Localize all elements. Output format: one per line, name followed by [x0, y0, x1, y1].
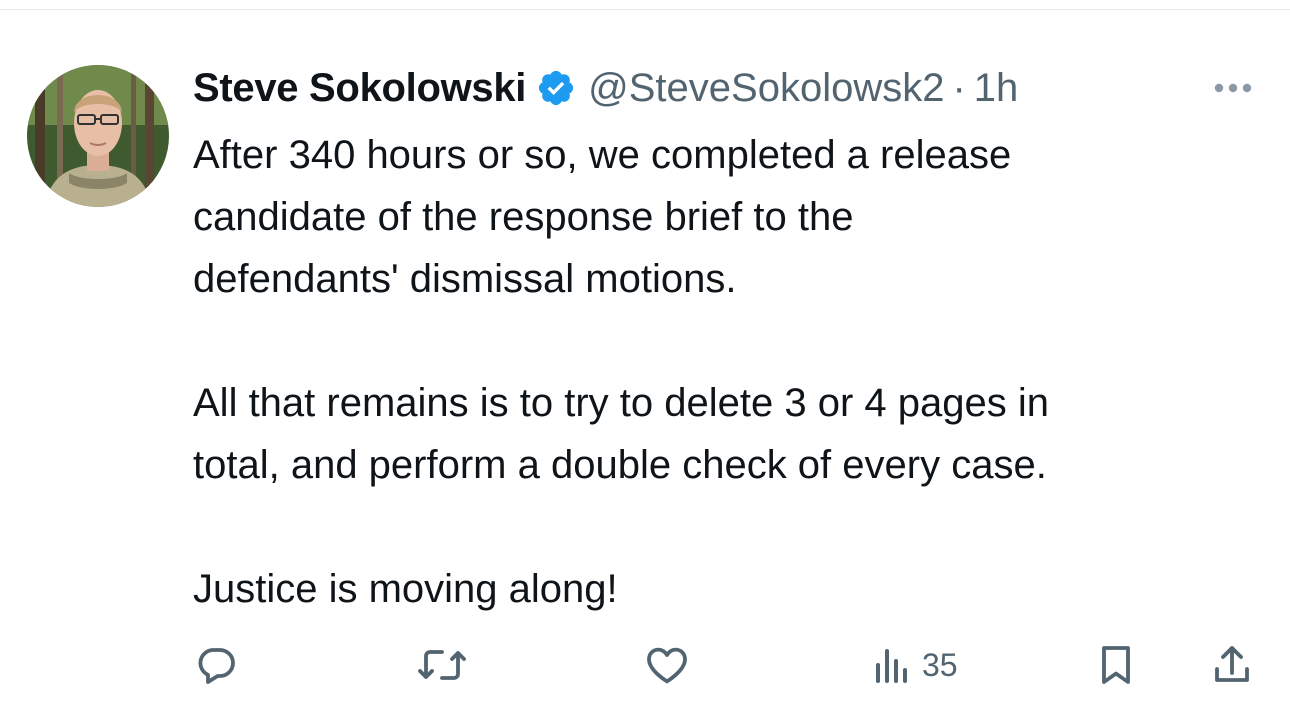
- tweet-text-line: Justice is moving along!: [193, 567, 618, 611]
- share-icon: [1210, 641, 1254, 689]
- retweet-icon: [414, 641, 470, 689]
- retweet-button[interactable]: [414, 640, 470, 690]
- author-handle[interactable]: @SteveSokolowsk2: [588, 66, 944, 111]
- author-name[interactable]: Steve Sokolowski: [193, 66, 526, 111]
- more-horizontal-icon[interactable]: [1208, 66, 1258, 110]
- top-divider: [0, 9, 1290, 10]
- tweet-text: After 340 hours or so, we completed a re…: [193, 124, 1253, 620]
- tweet-text-line: total, and perform a double check of eve…: [193, 443, 1047, 487]
- share-button[interactable]: [1210, 640, 1254, 690]
- reply-button[interactable]: [193, 640, 241, 690]
- reply-icon: [193, 641, 241, 689]
- views-count: 35: [922, 646, 958, 683]
- tweet-header: Steve Sokolowski @SteveSokolowsk2 · 1h: [193, 62, 1018, 114]
- avatar[interactable]: [27, 65, 169, 207]
- like-button[interactable]: [642, 640, 692, 690]
- verified-badge-icon: [536, 68, 576, 108]
- views-icon: [872, 645, 912, 685]
- separator-dot: ·: [952, 65, 966, 110]
- bookmark-icon: [1094, 641, 1138, 689]
- tweet-text-line: candidate of the response brief to the: [193, 195, 854, 239]
- views-button[interactable]: 35: [872, 640, 958, 690]
- tweet-text-line: defendants' dismissal motions.: [193, 257, 737, 301]
- tweet-text-line: After 340 hours or so, we completed a re…: [193, 133, 1012, 177]
- like-icon: [642, 641, 692, 689]
- tweet-text-line: All that remains is to try to delete 3 o…: [193, 381, 1049, 425]
- bookmark-button[interactable]: [1094, 640, 1138, 690]
- timestamp[interactable]: 1h: [974, 66, 1019, 111]
